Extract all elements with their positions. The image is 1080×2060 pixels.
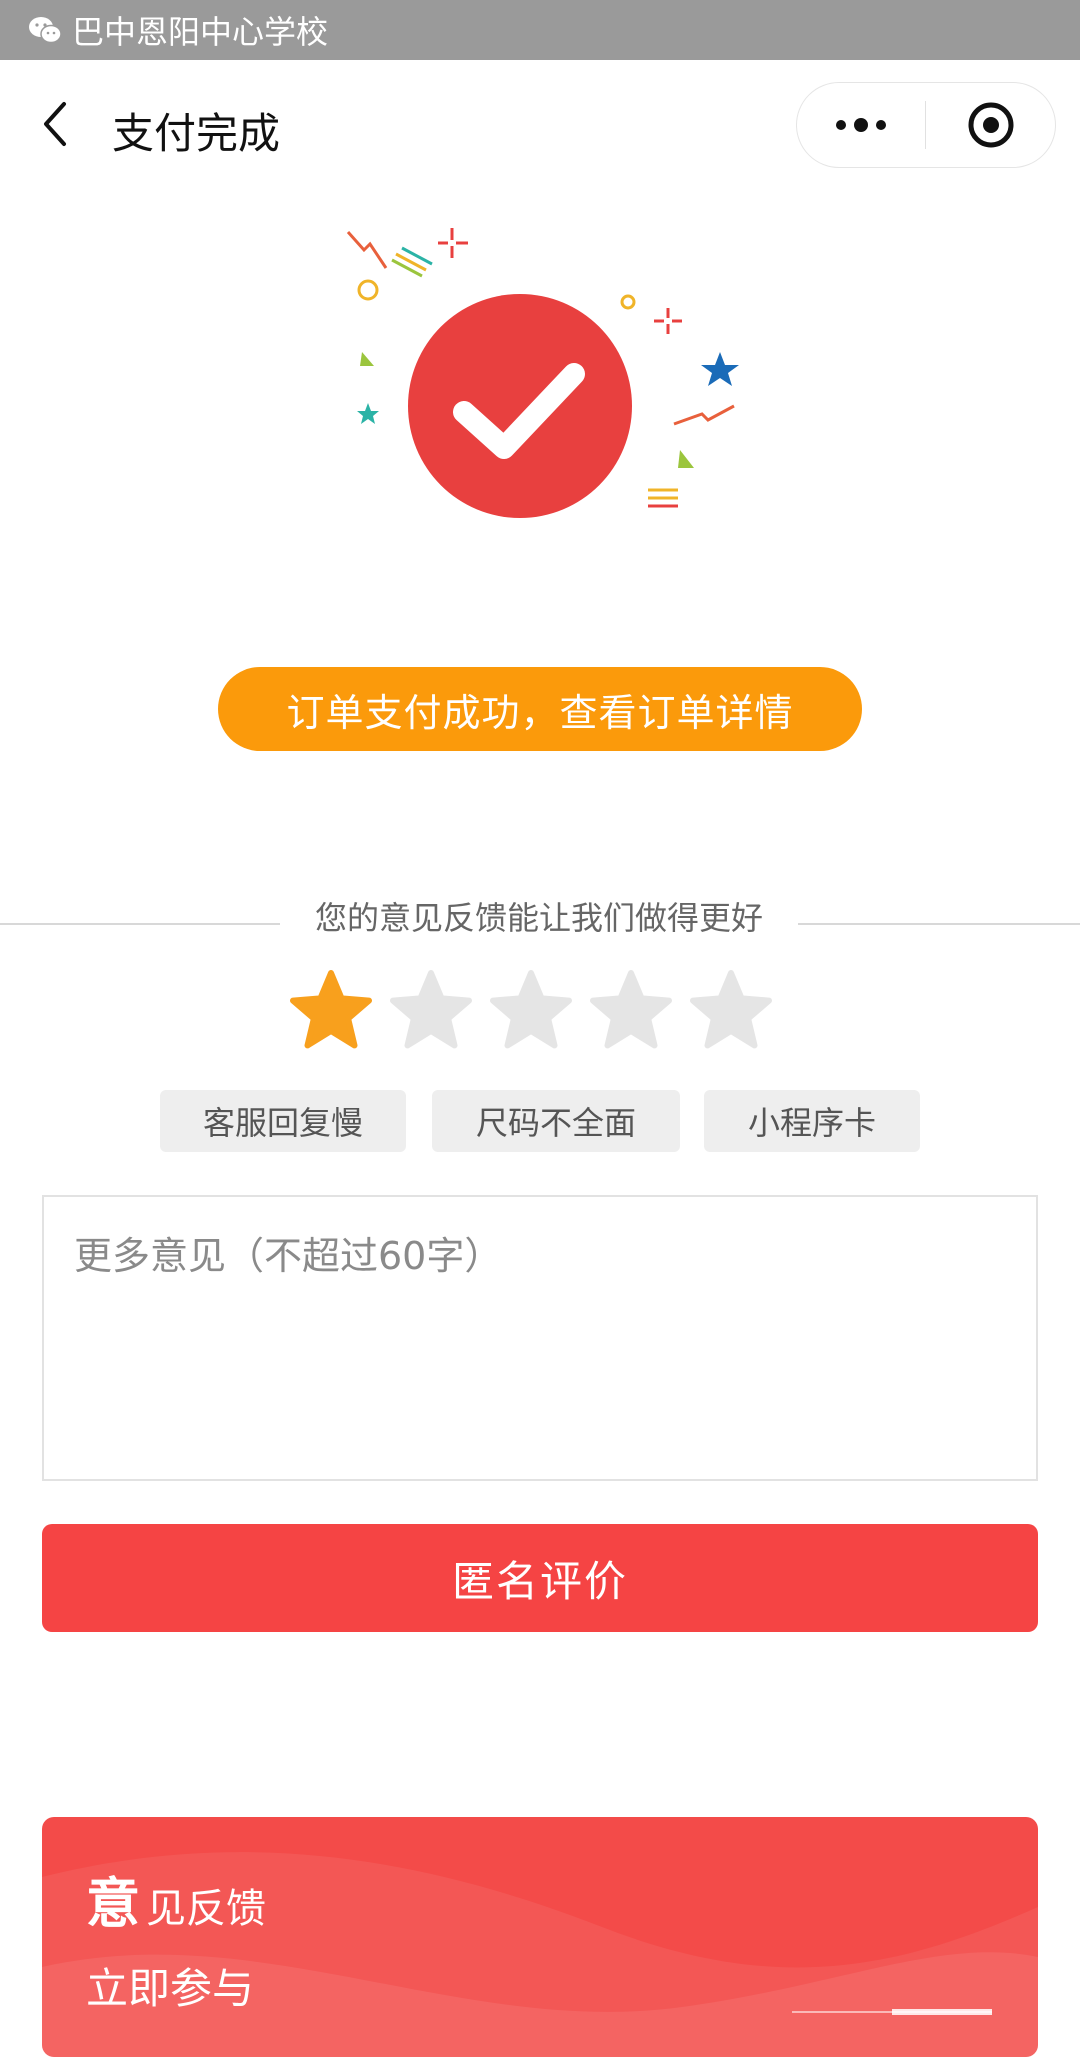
banner-title-rest: 见反馈 xyxy=(146,1886,266,1932)
star-icon[interactable] xyxy=(490,970,572,1052)
nav-bar: 支付完成 xyxy=(0,60,1080,190)
status-bar-title: 巴中恩阳中心学校 xyxy=(72,13,329,51)
star-icon[interactable] xyxy=(690,970,772,1052)
star-icon[interactable] xyxy=(590,970,672,1052)
target-close-icon xyxy=(968,102,1013,148)
more-dots-icon xyxy=(836,118,886,132)
back-button[interactable] xyxy=(30,94,80,154)
page-title: 支付完成 xyxy=(112,109,281,158)
star-icon[interactable] xyxy=(290,970,372,1052)
success-illustration xyxy=(330,210,750,540)
feedback-textarea[interactable] xyxy=(44,1197,1036,1479)
divider-line-left xyxy=(0,923,280,925)
banner-subtitle: 立即参与 xyxy=(86,1964,255,2013)
divider-line-right xyxy=(798,923,1080,925)
feedback-banner[interactable]: 意见反馈 立即参与 xyxy=(42,1817,1038,2057)
banner-title: 意见反馈 xyxy=(86,1859,266,1938)
carousel-indicator xyxy=(792,2009,992,2015)
banner-title-emphasis: 意 xyxy=(86,1872,140,1935)
star-icon[interactable] xyxy=(390,970,472,1052)
tag-size-incomplete[interactable]: 尺码不全面 xyxy=(432,1090,680,1152)
feedback-prompt: 您的意见反馈能让我们做得更好 xyxy=(314,899,763,937)
feedback-box xyxy=(42,1195,1038,1481)
tag-slow-service[interactable]: 客服回复慢 xyxy=(160,1090,406,1152)
anonymous-review-button[interactable]: 匿名评价 xyxy=(42,1524,1038,1632)
feedback-tags: 客服回复慢 尺码不全面 小程序卡 xyxy=(0,1090,1080,1152)
status-bar: 巴中恩阳中心学校 xyxy=(0,0,1080,60)
more-button[interactable] xyxy=(797,83,925,167)
wechat-icon xyxy=(29,17,62,44)
close-button[interactable] xyxy=(926,83,1055,167)
view-order-button[interactable]: 订单支付成功，查看订单详情 xyxy=(218,667,862,751)
star-rating xyxy=(290,970,790,1052)
carousel-active-segment xyxy=(892,2009,992,2015)
back-arrow-icon xyxy=(44,102,66,146)
feedback-divider: 您的意见反馈能让我们做得更好 xyxy=(0,893,1080,937)
menu-capsule xyxy=(796,82,1056,168)
tag-miniprogram-lag[interactable]: 小程序卡 xyxy=(704,1090,920,1152)
success-check-icon xyxy=(346,228,739,518)
